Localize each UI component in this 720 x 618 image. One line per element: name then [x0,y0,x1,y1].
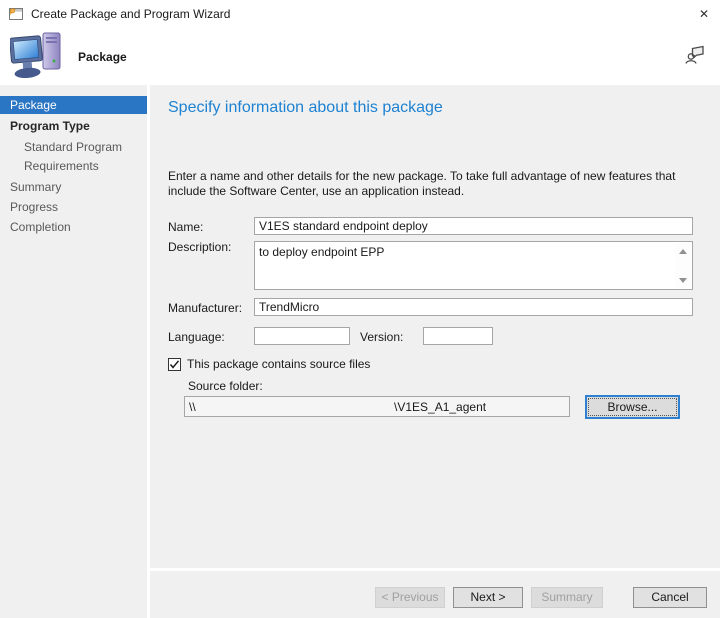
scroll-down-icon[interactable] [675,273,691,287]
source-files-checkbox-label[interactable]: This package contains source files [187,358,370,371]
source-folder-prefix: \\ [189,400,196,414]
close-icon[interactable]: ✕ [688,0,720,28]
work-area: Package Program Type Standard Program Re… [0,85,720,618]
sidebar-item-completion[interactable]: Completion [0,218,147,236]
manufacturer-label: Manufacturer: [168,301,242,315]
wizard-app-icon [8,6,24,22]
next-button[interactable]: Next > [453,587,523,608]
browse-button[interactable]: Browse... [585,395,680,419]
sidebar-item-standard-program[interactable]: Standard Program [0,138,147,156]
sidebar-item-requirements[interactable]: Requirements [0,157,147,175]
intro-text: Enter a name and other details for the n… [168,169,702,199]
feedback-icon[interactable] [684,43,706,68]
name-label: Name: [168,220,203,234]
language-input[interactable] [254,327,350,345]
description-label: Description: [168,240,231,254]
page-title: Package [78,50,127,64]
description-input[interactable]: to deploy endpoint EPP [254,241,693,290]
computer-icon [10,31,68,84]
source-folder-input[interactable]: \\ \V1ES_A1_agent [184,396,570,417]
source-folder-label: Source folder: [188,379,263,393]
window-title: Create Package and Program Wizard [31,7,230,21]
footer-divider [150,568,720,571]
sidebar-item-program-type[interactable]: Program Type [0,117,147,135]
page-heading: Specify information about this package [168,99,443,117]
wizard-header: Package [0,28,720,85]
summary-button: Summary [531,587,603,608]
source-files-checkbox[interactable] [168,358,181,371]
language-label: Language: [168,330,225,344]
version-input[interactable] [423,327,493,345]
sidebar-item-progress[interactable]: Progress [0,198,147,216]
cancel-button[interactable]: Cancel [633,587,707,608]
package-form-panel: Specify information about this package E… [150,85,720,618]
previous-button: < Previous [375,587,445,608]
source-folder-suffix: \V1ES_A1_agent [394,400,486,414]
description-scrollbar[interactable] [675,243,691,288]
title-bar: Create Package and Program Wizard ✕ [0,0,720,28]
manufacturer-input[interactable] [254,298,693,316]
scroll-up-icon[interactable] [675,244,691,258]
description-text: to deploy endpoint EPP [259,245,672,259]
version-label: Version: [360,330,403,344]
sidebar-item-package[interactable]: Package [0,96,147,114]
wizard-steps-sidebar: Package Program Type Standard Program Re… [0,85,147,618]
sidebar-item-summary[interactable]: Summary [0,178,147,196]
name-input[interactable] [254,217,693,235]
